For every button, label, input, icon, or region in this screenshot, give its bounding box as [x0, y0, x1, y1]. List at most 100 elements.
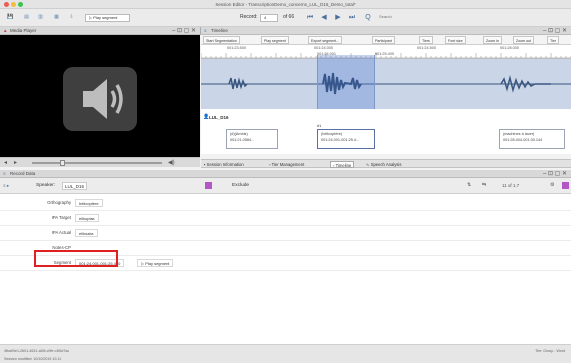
media-seek-bar[interactable]: ◂ ▸ ◀): [0, 157, 200, 167]
tier-name: LUL_D16: [209, 115, 229, 120]
ruler-tick-label: 001:23.500: [227, 46, 247, 50]
grid-icon[interactable]: ▦: [52, 13, 61, 22]
timeline-selection[interactable]: [317, 55, 375, 110]
tier-segment[interactable]: (#)(Ambis) 001:21.0584...: [226, 129, 278, 149]
timeline-header: ≡ Timeline – ⊡ ▢ ✕: [200, 27, 571, 35]
media-player-header: ▲ Media Player – ⊡ ▢ ✕: [0, 27, 200, 35]
tab-label: Speech Analysis: [370, 162, 402, 167]
tab-label: Timeline: [335, 163, 352, 168]
record-data-title: Record Data: [10, 171, 36, 176]
tier-status: Tier: Group - Word: [535, 349, 565, 353]
previous-record-icon[interactable]: ◀: [320, 13, 328, 22]
tier-button[interactable]: Tier: [547, 36, 560, 44]
tier-row-ipa-actual: IPA Actual elikoabɛ: [0, 226, 571, 241]
status-bar: 4fba09e1-2601-4631-a5f4-c9fe c4f6d7ac Ti…: [0, 344, 571, 363]
ipa-actual-field[interactable]: elikoabɛ: [75, 229, 98, 237]
speaker-select[interactable]: LUL_D16: [62, 182, 88, 190]
ipa-actual-highlight-box: [34, 250, 118, 267]
segment-marker: #1: [317, 124, 322, 128]
window-title: Session Editor - TranscriptionDemo_conce…: [215, 2, 356, 7]
tab-speech-analysis[interactable]: ∿ Speech Analysis: [364, 161, 403, 168]
audio-speaker-icon: [63, 67, 137, 131]
timeline-play-segment-button[interactable]: Play segment: [261, 36, 289, 44]
tier-color-icon: [562, 182, 569, 189]
tier-track[interactable]: 👤 LUL_D16 #1 (#)(Ambis) 001:21.0584... (…: [201, 109, 571, 154]
record-icon: ≡: [3, 171, 6, 176]
rewind-icon[interactable]: ◂: [4, 159, 7, 166]
seek-handle[interactable]: [60, 160, 65, 166]
zoom-in-button[interactable]: Zoom in: [483, 36, 502, 44]
speaker-label: Speaker:: [36, 183, 56, 188]
record-position: 11 of 1.7: [502, 183, 520, 188]
filter-icon[interactable]: Q: [364, 13, 372, 22]
tier-row-ipa-target: IPA Target elikoptɛʁ: [0, 211, 571, 226]
participant-button[interactable]: Participant: [372, 36, 395, 44]
tab-label: Tier Management: [271, 162, 305, 167]
record-id: 4fba09e1-2601-4631-a5f4-c9fe c4f6d7ac: [4, 349, 70, 353]
settings-icon[interactable]: ⚙: [550, 182, 554, 188]
tab-session-information[interactable]: ▪ Session Information: [202, 161, 246, 168]
export-icon[interactable]: ⇩: [67, 13, 76, 22]
layout-icon[interactable]: ▥: [36, 13, 45, 22]
segment-time: 001:24.001-001:25.4...: [321, 138, 360, 142]
ipa-target-field[interactable]: elikoptɛʁ: [75, 214, 99, 222]
speaker-color-icon: [205, 182, 212, 189]
record-label: Record:: [240, 14, 258, 20]
timeline-toolbar: Start Segmentation Play segment Export s…: [201, 35, 571, 45]
record-menu-icon[interactable]: ≡ ▸: [3, 183, 9, 189]
main-toolbar: 💾 ▤ ▥ ▦ ⇩ ▷ Play segment Record: 4 of 66…: [0, 9, 571, 27]
volume-icon[interactable]: ◀): [168, 159, 175, 166]
window-title-bar: Session Editor - TranscriptionDemo_conce…: [0, 0, 571, 9]
tier-label: Orthography: [47, 200, 71, 205]
font-size-button[interactable]: Font size: [445, 36, 466, 44]
play-segment-label: Play segment: [93, 15, 118, 20]
tab-tier-management[interactable]: ▫ Tier Management: [267, 161, 306, 168]
tier-label: IPA Target: [51, 215, 71, 220]
view-icon[interactable]: ▤: [22, 13, 31, 22]
search-input[interactable]: Search: [376, 14, 436, 22]
record-tier-grid: Orthography hélicoptère IPA Target eliko…: [0, 194, 571, 344]
tab-timeline[interactable]: ▫ Timeline: [330, 161, 355, 168]
media-player-view[interactable]: [0, 35, 200, 157]
tiers-button[interactable]: Tiers: [419, 36, 433, 44]
segment-time: 001:21.0584...: [230, 138, 255, 142]
record-number-field[interactable]: 4: [260, 14, 278, 22]
tier-segment-selected[interactable]: (hélicoptère) 001:24.001-001:25.4...: [317, 129, 375, 149]
modified-status: Session modified: 10/10/2019 10:11: [4, 357, 62, 361]
view-tabs-bar: ▪ Session Information ▫ Tier Management …: [201, 159, 571, 168]
time-ruler[interactable]: 001:23.500 001:24.000 001:24.500 001:28.…: [201, 45, 571, 59]
seek-track[interactable]: [32, 162, 162, 164]
align-icon[interactable]: ⇆: [482, 182, 486, 188]
timeline-window-controls-icon[interactable]: – ⊡ ▢ ✕: [543, 27, 567, 35]
start-segmentation-button[interactable]: Start Segmentation: [203, 36, 240, 44]
ruler-tick-label: 001:28.000: [500, 46, 520, 50]
panel-window-controls-icon[interactable]: – ⊡ ▢ ✕: [172, 27, 196, 35]
ruler-tick-label: 001:24.500: [417, 46, 437, 50]
waveform[interactable]: [201, 59, 571, 109]
segment-play-button[interactable]: ▷ Play segment: [137, 259, 174, 267]
tier-segment[interactable]: (machines à laver) 001:28.404-001:30.144: [499, 129, 565, 149]
next-record-icon[interactable]: ▶: [334, 13, 342, 22]
record-total: of 66: [283, 14, 295, 20]
tab-label: Session Information: [206, 162, 244, 167]
segment-time: 001:28.404-001:30.144: [503, 138, 543, 142]
selection-end-label: 001:25.400: [375, 52, 395, 56]
save-icon[interactable]: 💾: [6, 13, 15, 22]
last-record-icon[interactable]: ⏭: [348, 13, 356, 22]
first-record-icon[interactable]: ⏮: [306, 13, 314, 22]
zoom-out-button[interactable]: Zoom out: [513, 36, 535, 44]
timeline-icon: ≡: [204, 28, 207, 33]
orthography-field[interactable]: hélicoptère: [75, 199, 103, 207]
media-player-icon: ▲: [3, 28, 8, 33]
segment-play-label: Play segment: [145, 261, 170, 266]
play-icon[interactable]: ▸: [14, 159, 17, 166]
tier-label: IPA Actual: [51, 230, 71, 235]
tier-row-orthography: Orthography hélicoptère: [0, 196, 571, 211]
timeline-title: Timeline: [211, 28, 228, 33]
sort-icon[interactable]: ⇅: [467, 182, 471, 188]
record-window-controls-icon[interactable]: – ⊡ ▢ ✕: [543, 170, 567, 178]
ruler-tick-label: 001:24.000: [314, 46, 334, 50]
export-segment-button[interactable]: Export segment...: [308, 36, 343, 44]
exclude-label[interactable]: Exclude: [232, 183, 249, 188]
play-segment-button[interactable]: ▷ Play segment: [85, 14, 130, 22]
